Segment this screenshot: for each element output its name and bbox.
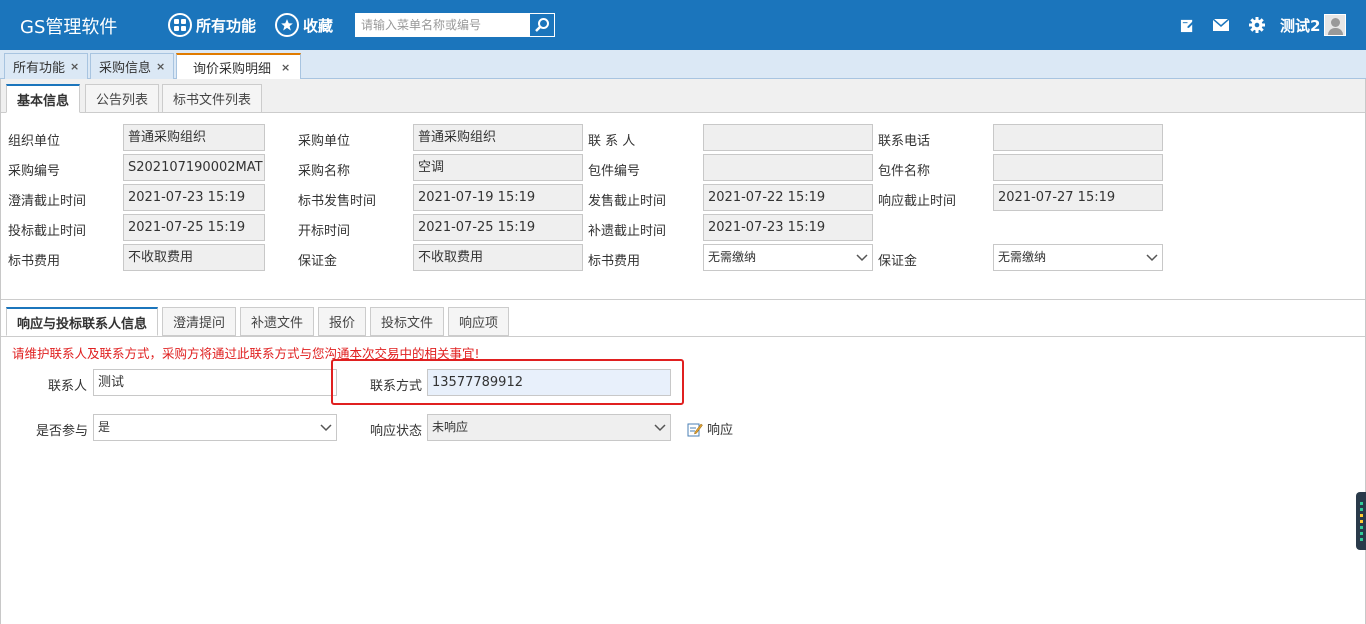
close-icon[interactable]: × [156,60,165,73]
purchase-unit-field: 普通采购组织 [413,124,583,151]
close-icon[interactable]: × [70,60,79,73]
supplement-deadline-field: 2021-07-23 15:19 [703,214,873,241]
section-divider [1,299,1365,300]
doc-fee-select-value: 无需缴纳 [708,250,757,264]
main-panel: 基本信息 公告列表 标书文件列表 组织单位 普通采购组织 采购单位 普通采购组织… [0,79,1366,624]
tab-response-items[interactable]: 响应项 [448,307,510,336]
page-tab-label: 询价采购明细 [193,62,272,77]
search-icon [535,18,549,32]
chevron-down-icon [320,415,332,449]
purchase-no-label: 采购编号 [8,164,61,179]
phone-label: 联系电话 [878,134,931,149]
tab-basic-info[interactable]: 基本信息 [6,84,81,113]
page-tab-purchase-info[interactable]: 采购信息 × [90,53,175,79]
page-tab-inquiry-detail[interactable]: 询价采购明细 × [176,53,302,80]
package-name-label: 包件名称 [878,164,931,179]
chevron-down-icon [1146,245,1158,279]
package-name-field [993,154,1163,181]
contact-person-input[interactable]: 测试 [93,369,337,396]
supplement-deadline-label: 补遗截止时间 [588,224,667,239]
org-unit-field: 普通采购组织 [123,124,265,151]
purchase-no-field: S202107190002MAT [123,154,265,181]
doc-fee-select[interactable]: 无需缴纳 [703,244,873,271]
response-status-select[interactable]: 未响应 [427,414,671,441]
favorites-button[interactable]: 收藏 [275,12,333,38]
app-title: GS管理软件 [20,17,118,38]
response-deadline-label: 响应截止时间 [878,194,957,209]
deposit-label: 保证金 [298,254,338,269]
sale-deadline-field: 2021-07-22 15:19 [703,184,873,211]
participate-select[interactable]: 是 [93,414,337,441]
page-tab-label: 采购信息 [99,61,152,76]
sale-deadline-label: 发售截止时间 [588,194,667,209]
star-icon [275,13,299,37]
page-tab-all-functions[interactable]: 所有功能 × [4,53,89,79]
page-tab-bar: 所有功能 × 采购信息 × 询价采购明细 × [0,50,1366,80]
deposit-select-label: 保证金 [878,254,918,269]
bid-deadline-label: 投标截止时间 [8,224,87,239]
purchase-name-field: 空调 [413,154,583,181]
menu-search [355,13,555,37]
tab-clarify-questions[interactable]: 澄清提问 [162,307,237,336]
contact-field [703,124,873,151]
tab-response-contact[interactable]: 响应与投标联系人信息 [6,307,159,336]
all-functions-label: 所有功能 [196,16,257,35]
package-no-label: 包件编号 [588,164,641,179]
contact-person-label: 联系人 [48,379,88,394]
favorites-label: 收藏 [303,16,334,35]
gear-icon[interactable] [1249,17,1265,33]
contact-label: 联 系 人 [588,134,636,149]
doc-fee-select-label: 标书费用 [588,254,641,269]
grid-icon [168,13,192,37]
deposit-select[interactable]: 无需缴纳 [993,244,1163,271]
menu-search-input[interactable] [356,14,530,36]
edit-note-icon[interactable] [1179,17,1195,33]
chevron-down-icon [654,415,666,449]
phone-field [993,124,1163,151]
response-status-value: 未响应 [432,420,469,434]
side-panel-handle[interactable] [1356,492,1366,550]
clarify-deadline-label: 澄清截止时间 [8,194,87,209]
top-bar: GS管理软件 所有功能 收藏 测试2 [0,0,1366,50]
bid-deadline-field: 2021-07-25 15:19 [123,214,265,241]
close-icon[interactable]: × [281,61,290,74]
doc-fee-label: 标书费用 [8,254,61,269]
open-time-field: 2021-07-25 15:19 [413,214,583,241]
deposit-field: 不收取费用 [413,244,583,271]
edit-icon [687,423,703,436]
page-tab-label: 所有功能 [13,61,66,76]
respond-button-label: 响应 [707,423,734,438]
purchase-name-label: 采购名称 [298,164,351,179]
participate-label: 是否参与 [36,424,89,439]
all-functions-button[interactable]: 所有功能 [168,12,256,38]
user-name[interactable]: 测试2 [1280,15,1320,36]
search-button[interactable] [530,14,554,36]
respond-button[interactable]: 响应 [687,419,733,438]
doc-sale-time-field: 2021-07-19 15:19 [413,184,583,211]
tab-bid-documents[interactable]: 投标文件 [370,307,445,336]
clarify-deadline-field: 2021-07-23 15:19 [123,184,265,211]
tab-quotation[interactable]: 报价 [318,307,367,336]
tab-tender-doc-list[interactable]: 标书文件列表 [162,84,263,113]
response-deadline-field: 2021-07-27 15:19 [993,184,1163,211]
purchase-unit-label: 采购单位 [298,134,351,149]
tab-announcement-list[interactable]: 公告列表 [85,84,160,113]
participate-select-value: 是 [98,420,111,434]
tab-supplement-files[interactable]: 补遗文件 [240,307,315,336]
doc-fee-field: 不收取费用 [123,244,265,271]
doc-sale-time-label: 标书发售时间 [298,194,377,209]
avatar[interactable] [1324,14,1346,36]
org-unit-label: 组织单位 [8,134,61,149]
package-no-field [703,154,873,181]
open-time-label: 开标时间 [298,224,351,239]
highlight-box [331,359,684,405]
deposit-select-value: 无需缴纳 [998,250,1047,264]
response-status-label: 响应状态 [370,424,423,439]
mail-icon[interactable] [1213,17,1229,33]
chevron-down-icon [856,245,868,279]
